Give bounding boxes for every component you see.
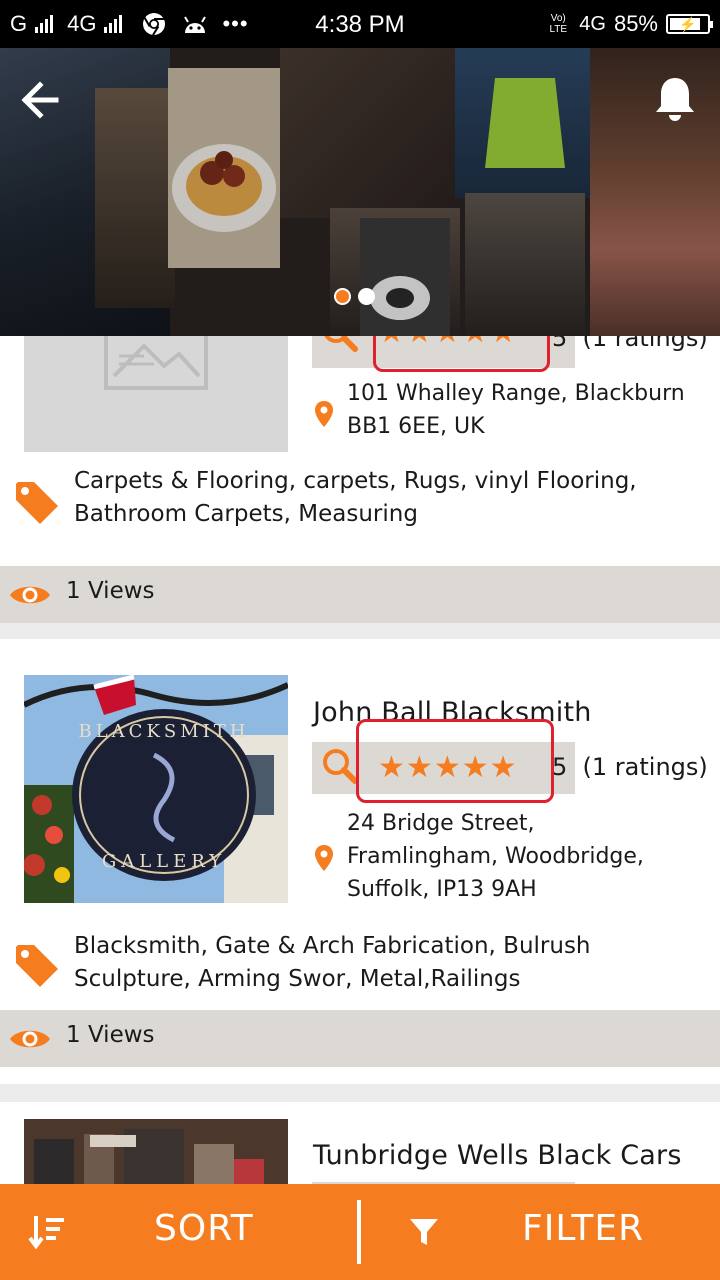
rating-number: 5 xyxy=(552,753,568,781)
sort-button[interactable]: SORT xyxy=(0,1184,358,1280)
listing-categories: Carpets & Flooring, carpets, Rugs, vinyl… xyxy=(74,468,637,527)
rating-value: 5 (1 ratings) xyxy=(552,336,708,352)
tag-icon xyxy=(16,945,58,987)
carousel-dot[interactable] xyxy=(358,288,375,305)
sort-icon xyxy=(28,1216,64,1250)
network-right-label: 4G xyxy=(579,12,606,35)
eye-icon xyxy=(10,586,50,604)
listing-categories: Blacksmith, Gate & Arch Fabrication, Bul… xyxy=(74,933,591,992)
battery-icon: ⚡ xyxy=(666,14,713,34)
rating-number: 5 xyxy=(552,336,568,352)
listing-scroll[interactable]: ★ ★ ★ ★ ★ 5 (1 ratings) 101 Whalley Rang… xyxy=(0,336,720,1184)
listing-address: 24 Bridge Street, Framlingham, Woodbridg… xyxy=(347,811,644,902)
views-bar: 1 Views xyxy=(0,1010,720,1067)
notification-button[interactable] xyxy=(652,74,698,124)
listing-card[interactable]: ★ ★ ★ ★ ★ 5 (1 ratings) 101 Whalley Rang… xyxy=(0,336,720,623)
listing-card[interactable]: BLACKSMITH GALLERY John Ball Blacksmith … xyxy=(0,639,720,1084)
carousel-dots xyxy=(334,288,375,305)
hero-banner[interactable] xyxy=(0,48,720,336)
placeholder-image-icon xyxy=(104,336,208,390)
back-arrow-icon xyxy=(21,81,59,119)
search-icon xyxy=(323,749,358,784)
listing-address: 101 Whalley Range, Blackburn BB1 6EE, UK xyxy=(347,381,685,439)
listing-card[interactable]: Tunbridge Wells Black Cars xyxy=(0,1102,720,1184)
listing-image xyxy=(24,1119,288,1184)
back-button[interactable] xyxy=(16,76,64,124)
status-bar: G 4G ••• 4:38 PM Vo) LTE 4G 85% ⚡ xyxy=(0,0,720,48)
listing-title[interactable]: Tunbridge Wells Black Cars xyxy=(313,1140,682,1171)
eye-icon xyxy=(10,1030,50,1048)
status-right: Vo) LTE 4G 85% ⚡ xyxy=(545,0,713,48)
views-count: 1 Views xyxy=(66,1022,155,1048)
search-icon xyxy=(324,336,358,352)
sign-text-top: BLACKSMITH xyxy=(79,721,250,742)
bell-icon xyxy=(656,78,694,121)
location-pin-icon xyxy=(315,401,333,427)
sort-label: SORT xyxy=(154,1208,254,1249)
views-count: 1 Views xyxy=(66,578,155,604)
location-pin-icon xyxy=(315,845,333,871)
volte-label: Vo) LTE xyxy=(549,13,568,35)
battery-percent: 85% xyxy=(613,11,658,36)
rating-highlight xyxy=(356,719,554,803)
filter-icon xyxy=(410,1219,438,1245)
filter-button[interactable]: FILTER xyxy=(362,1184,720,1280)
filter-label: FILTER xyxy=(522,1208,645,1249)
rating-highlight xyxy=(373,336,550,372)
street-photo-image xyxy=(24,1119,288,1184)
rating-count: (1 ratings) xyxy=(582,336,708,352)
views-bar: 1 Views xyxy=(0,566,720,623)
bottom-action-bar: SORT FILTER xyxy=(0,1184,720,1280)
blacksmith-sign-image: BLACKSMITH GALLERY xyxy=(24,675,288,903)
carousel-dot-active[interactable] xyxy=(334,288,351,305)
bottom-divider xyxy=(357,1200,361,1264)
tag-icon xyxy=(16,482,58,524)
rating-count: (1 ratings) xyxy=(582,753,708,781)
sign-text-bottom: GALLERY xyxy=(102,851,226,872)
listing-image-placeholder xyxy=(24,336,288,452)
rating-value: 5 (1 ratings) xyxy=(552,753,708,781)
listing-image: BLACKSMITH GALLERY xyxy=(24,675,288,903)
